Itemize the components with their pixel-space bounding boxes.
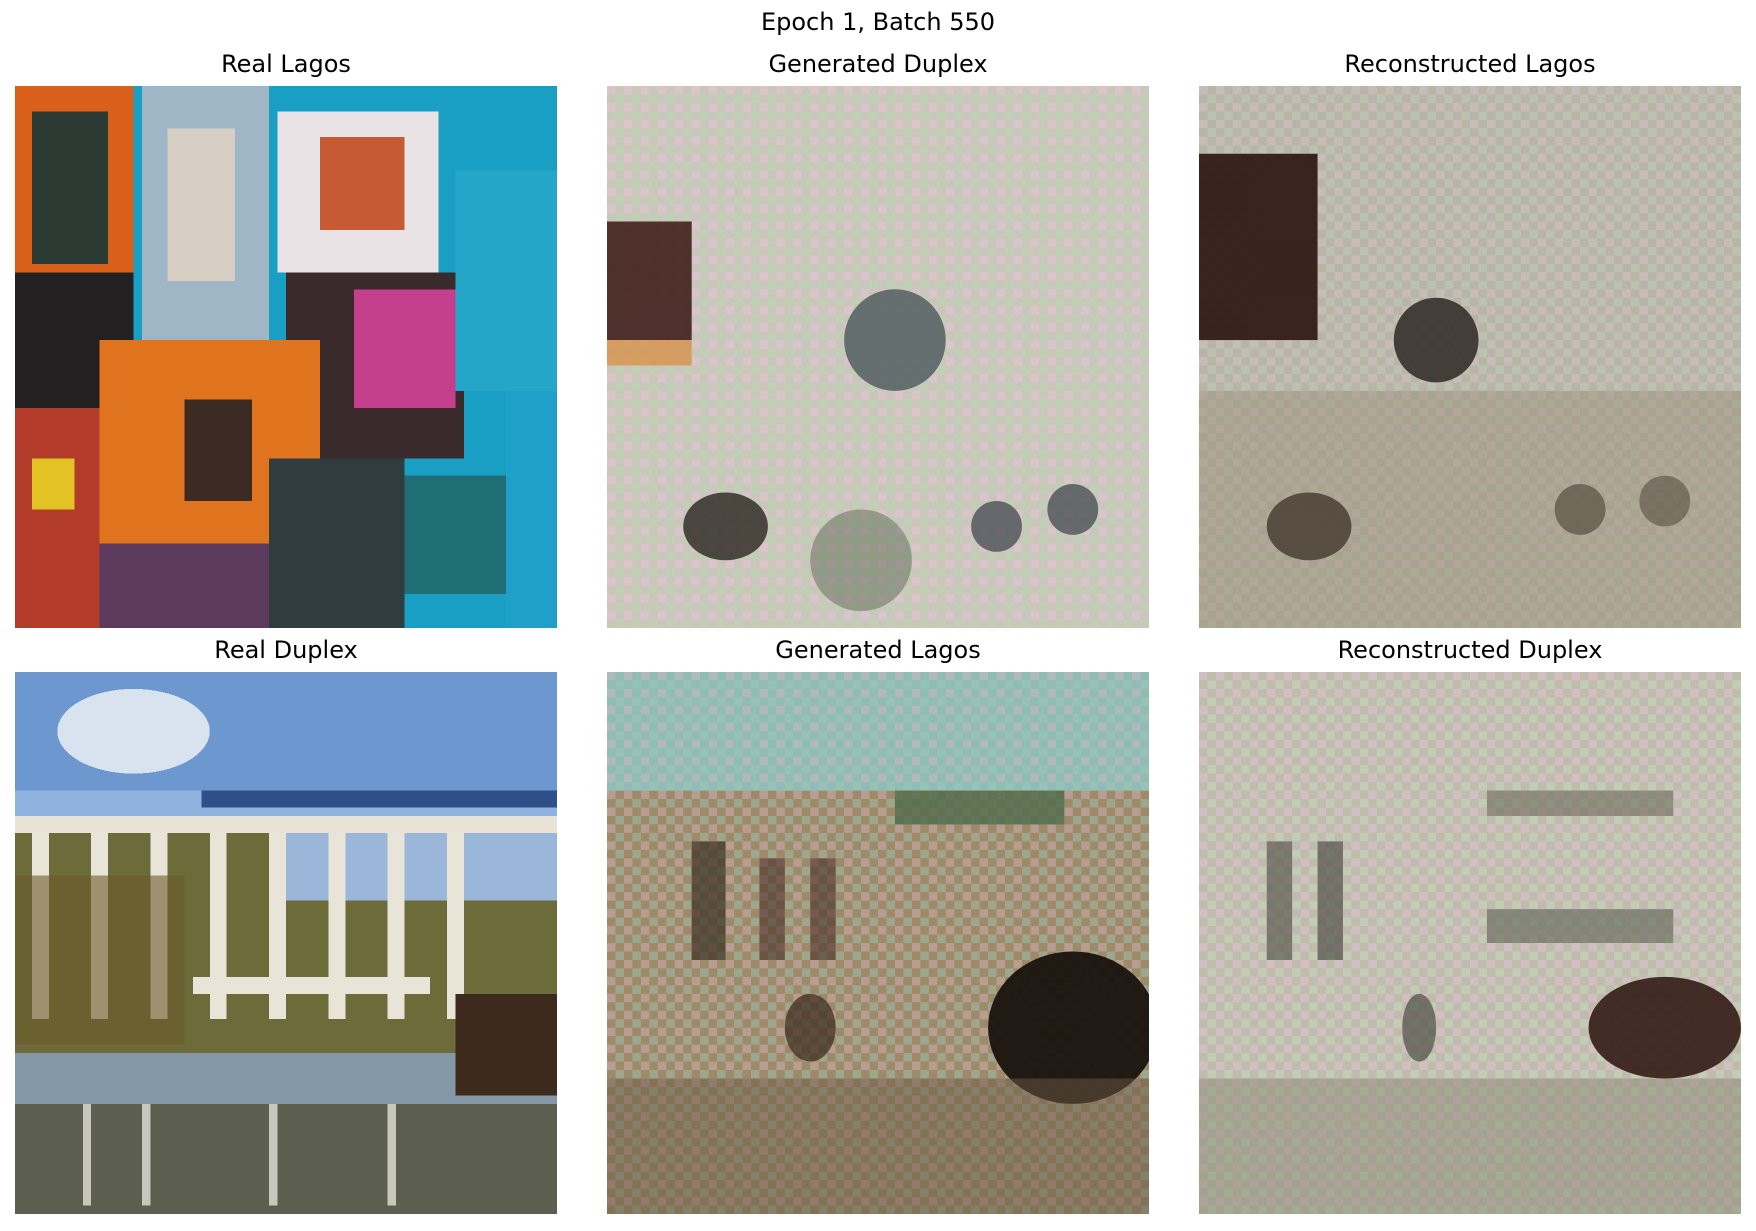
real-lagos-image	[15, 86, 557, 628]
figure-title: Epoch 1, Batch 550	[760, 8, 996, 36]
panel-title: Generated Duplex	[768, 50, 988, 78]
panel-title: Real Duplex	[214, 636, 358, 664]
generated-duplex-image	[607, 86, 1149, 628]
real-duplex-image	[15, 672, 557, 1214]
panel-title: Generated Lagos	[775, 636, 981, 664]
reconstructed-lagos-image	[1199, 86, 1741, 628]
generated-lagos-image	[607, 672, 1149, 1214]
reconstructed-duplex-image	[1199, 672, 1741, 1214]
panel-title: Reconstructed Lagos	[1344, 50, 1596, 78]
panel-title: Real Lagos	[221, 50, 351, 78]
panel-title: Reconstructed Duplex	[1337, 636, 1603, 664]
